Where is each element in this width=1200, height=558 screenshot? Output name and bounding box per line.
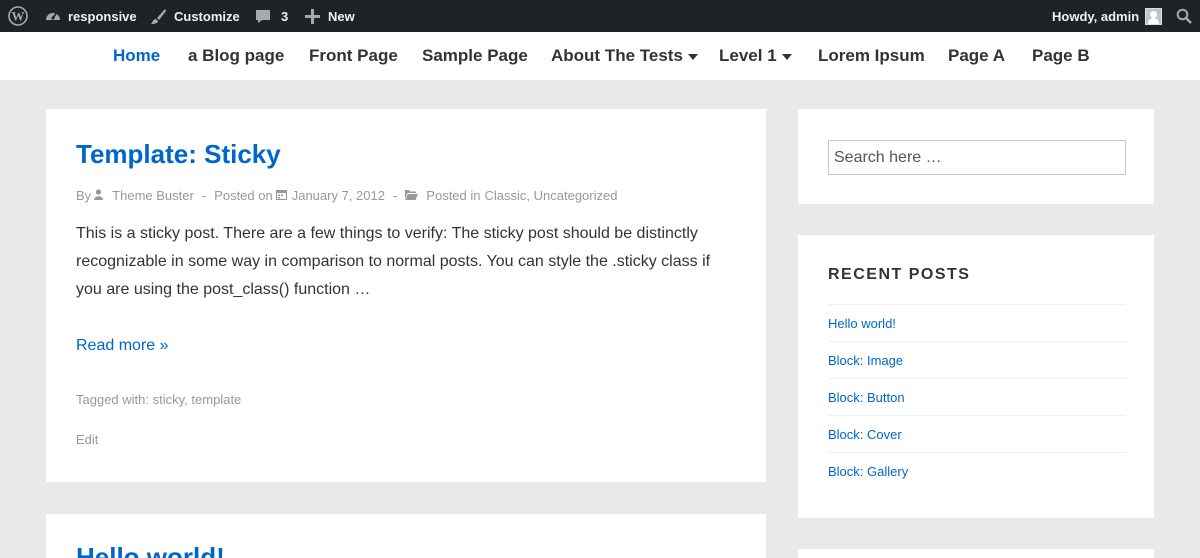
comments-count: 3 — [281, 8, 289, 24]
site-name-label: responsive — [68, 8, 137, 24]
dashboard-icon — [44, 7, 62, 25]
edit-link[interactable]: Edit — [76, 432, 98, 447]
nav-item-blog-page[interactable]: a Blog page — [188, 32, 284, 80]
meta-separator: - — [392, 188, 398, 203]
tag-link[interactable]: sticky — [153, 392, 185, 407]
tagged-with-label: Tagged with: — [76, 392, 149, 407]
post-date-link[interactable]: January 7, 2012 — [292, 188, 385, 203]
read-more-link[interactable]: Read more » — [76, 337, 169, 355]
post-card: Template: Sticky By Theme Buster - Poste… — [45, 108, 767, 483]
my-account-menu[interactable]: Howdy, admin — [1052, 0, 1163, 32]
brush-icon — [150, 8, 167, 25]
tag-link[interactable]: template — [191, 392, 241, 407]
widget-title: RECENT POSTS — [828, 266, 971, 283]
caret-down-icon — [781, 54, 792, 60]
nav-item-home[interactable]: Home — [113, 32, 160, 80]
folder-open-icon — [405, 188, 419, 203]
nav-item-page-a[interactable]: Page A — [948, 32, 1005, 80]
post-excerpt: This is a sticky post. There are a few t… — [76, 225, 711, 298]
nav-item-about-the-tests[interactable]: About The Tests — [551, 32, 698, 80]
category-link[interactable]: Uncategorized — [534, 188, 618, 203]
caret-down-icon — [687, 54, 698, 60]
category-link[interactable]: Classic — [485, 188, 527, 203]
customize-label: Customize — [174, 8, 240, 24]
nav-item-level-label: Level 1 — [719, 46, 777, 65]
nav-item-front-page[interactable]: Front Page — [309, 32, 398, 80]
new-label: New — [328, 8, 355, 24]
posted-in-label: Posted in — [426, 188, 481, 203]
user-icon — [94, 188, 104, 203]
nav-item-about-label: About The Tests — [551, 46, 683, 65]
recent-post-link[interactable]: Block: Gallery — [828, 452, 1126, 489]
meta-separator: - — [201, 188, 207, 203]
search-icon — [1176, 8, 1192, 24]
admin-search-button[interactable] — [1176, 0, 1192, 32]
plus-icon — [305, 8, 320, 24]
svg-text:W: W — [12, 9, 25, 24]
author-link[interactable]: Theme Buster — [112, 188, 194, 203]
avatar — [1145, 7, 1163, 25]
recent-post-link[interactable]: Block: Cover — [828, 415, 1126, 452]
post-meta: By Theme Buster - Posted on January 7, 2… — [76, 188, 618, 203]
wordpress-icon: W — [8, 6, 28, 26]
new-content-button[interactable]: New — [305, 0, 355, 32]
wordpress-logo-button[interactable]: W — [8, 0, 28, 32]
posted-on-label: Posted on — [214, 188, 273, 203]
search-input[interactable] — [828, 140, 1126, 175]
post-title[interactable]: Hello world! — [76, 542, 225, 558]
main-navigation: Home a Blog page Front Page Sample Page … — [0, 32, 1200, 80]
howdy-label: Howdy, admin — [1052, 8, 1140, 24]
nav-item-sample-page[interactable]: Sample Page — [422, 32, 528, 80]
recent-post-link[interactable]: Block: Image — [828, 341, 1126, 378]
post-title[interactable]: Template: Sticky — [76, 139, 281, 170]
recent-posts-list: Hello world! Block: Image Block: Button … — [828, 304, 1126, 489]
nav-item-level-1[interactable]: Level 1 — [719, 32, 792, 80]
recent-posts-widget: RECENT POSTS Hello world! Block: Image B… — [797, 234, 1155, 519]
calendar-icon — [275, 188, 287, 203]
comments-button[interactable]: 3 — [255, 0, 288, 32]
sidebar-widget — [797, 548, 1155, 558]
by-label: By — [76, 188, 92, 203]
site-name-menu[interactable]: responsive — [44, 0, 137, 32]
post-card: Hello world! — [45, 513, 767, 558]
post-tags: Tagged with: sticky, template — [76, 392, 242, 407]
admin-bar: W responsive Customize 3 New Howdy, admi… — [0, 0, 1200, 32]
recent-post-link[interactable]: Hello world! — [828, 304, 1126, 341]
nav-item-page-b[interactable]: Page B — [1032, 32, 1090, 80]
customize-button[interactable]: Customize — [150, 0, 240, 32]
search-widget — [797, 108, 1155, 205]
comment-bubble-icon — [255, 8, 272, 25]
nav-item-lorem-ipsum[interactable]: Lorem Ipsum — [818, 32, 925, 80]
recent-post-link[interactable]: Block: Button — [828, 378, 1126, 415]
